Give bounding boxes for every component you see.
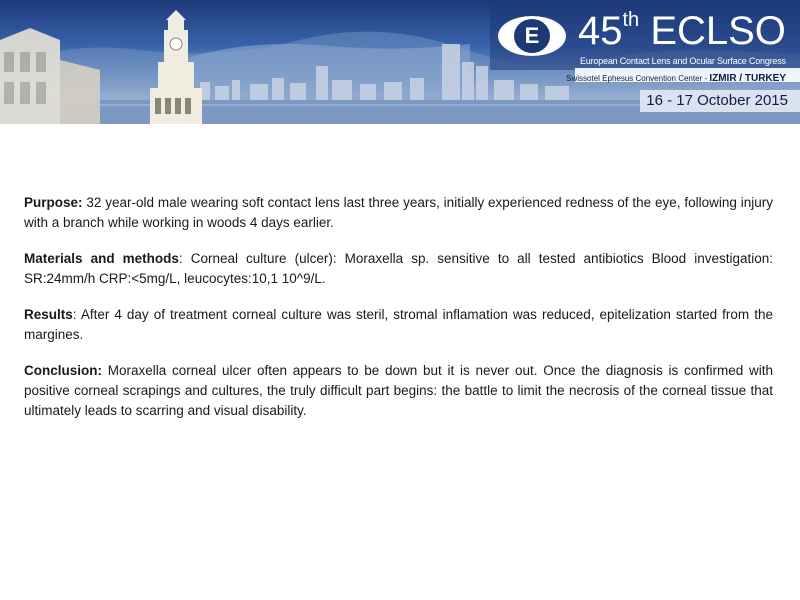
conference-dates: 16 - 17 October 2015	[646, 92, 788, 109]
logo-letter: E	[524, 23, 540, 48]
conference-number: 45	[578, 9, 623, 53]
results-text: : After 4 day of treatment corneal cultu…	[24, 307, 773, 342]
methods-paragraph: Materials and methods: Corneal culture (…	[24, 249, 773, 289]
eclso-logo: E	[498, 16, 566, 56]
conference-name: ECLSO	[650, 9, 786, 53]
abstract-body: Purpose: 32 year-old male wearing soft c…	[24, 193, 773, 437]
methods-label: Materials and methods	[24, 251, 179, 266]
conference-banner: E 45th ECLSO European Contact Lens and O…	[0, 0, 800, 124]
conference-ordinal: th	[622, 9, 640, 31]
slide: E 45th ECLSO European Contact Lens and O…	[0, 0, 800, 600]
eye-icon: E	[514, 19, 550, 53]
purpose-text: 32 year-old male wearing soft contact le…	[24, 195, 773, 230]
conference-venue: Swissotel Ephesus Convention Center - IZ…	[566, 73, 786, 84]
purpose-label: Purpose:	[24, 195, 83, 210]
results-paragraph: Results: After 4 day of treatment cornea…	[24, 305, 773, 345]
conclusion-label: Conclusion:	[24, 363, 102, 378]
conclusion-text: Moraxella corneal ulcer often appears to…	[24, 363, 773, 418]
conclusion-paragraph: Conclusion: Moraxella corneal ulcer ofte…	[24, 361, 773, 421]
conference-title: 45th ECLSO	[578, 8, 786, 54]
results-label: Results	[24, 307, 73, 322]
venue-name: Swissotel Ephesus Convention Center -	[566, 74, 710, 83]
purpose-paragraph: Purpose: 32 year-old male wearing soft c…	[24, 193, 773, 233]
conference-subtitle: European Contact Lens and Ocular Surface…	[580, 56, 786, 66]
venue-city: IZMIR / TURKEY	[709, 73, 786, 84]
